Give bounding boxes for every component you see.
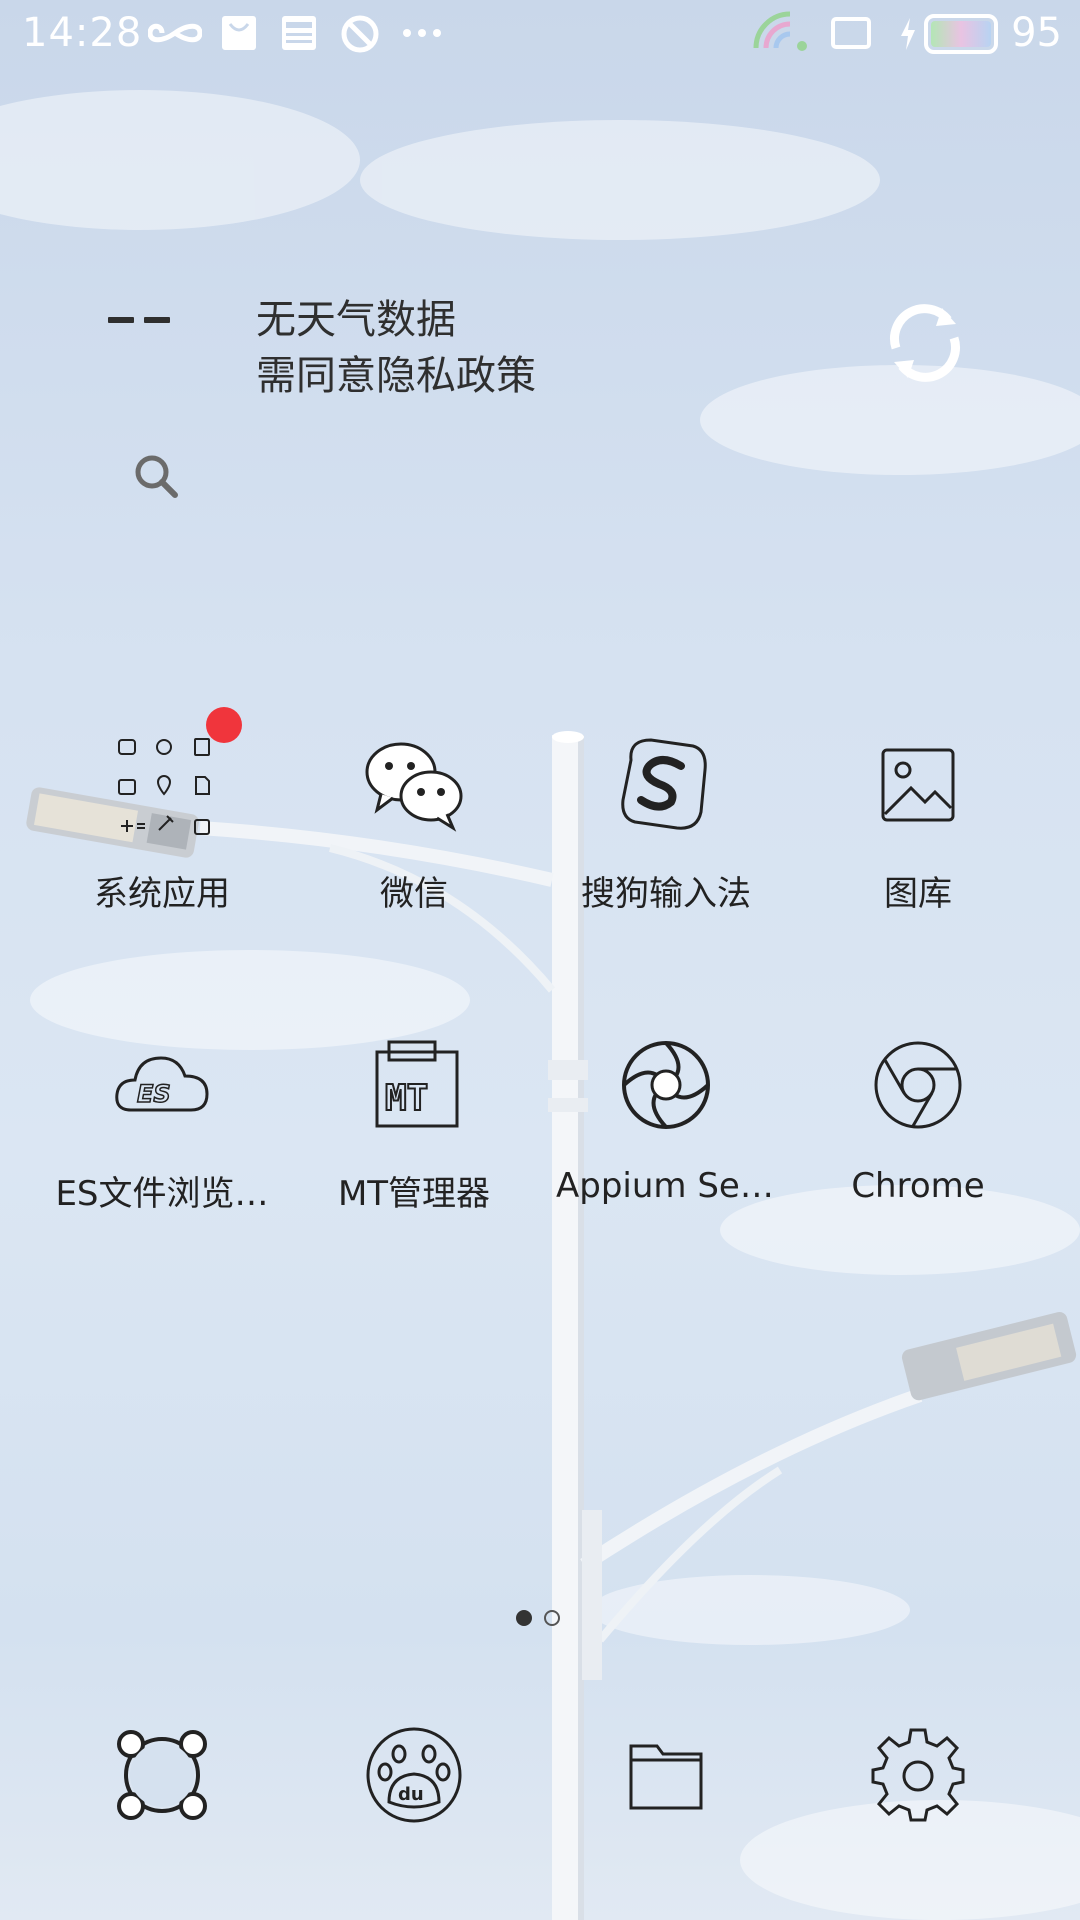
app-label: 搜狗输入法: [581, 874, 751, 914]
phone-icon[interactable]: [107, 1720, 217, 1830]
app-mt-manager[interactable]: MT MT管理器: [304, 1030, 524, 1215]
page-dot-active: [516, 1610, 532, 1626]
news-icon: [282, 16, 316, 50]
app-gallery[interactable]: 图库: [808, 730, 1028, 915]
weather-status-line2: 需同意隐私政策: [256, 353, 536, 399]
page-indicator: [516, 1608, 566, 1628]
weather-temperature: [108, 305, 172, 335]
refresh-icon[interactable]: [882, 300, 968, 386]
tablet-icon: [831, 17, 871, 49]
battery-icon: [924, 14, 998, 54]
search-icon[interactable]: [132, 452, 180, 500]
app-label: MT管理器: [337, 1174, 491, 1214]
app-label: Appium Set…: [556, 1166, 776, 1206]
settings-icon[interactable]: [863, 1720, 973, 1830]
svg-text:du: du: [398, 1784, 424, 1805]
weather-widget[interactable]: 无天气数据 需同意隐私政策: [256, 292, 536, 404]
app-es-file[interactable]: ES ES文件浏览…: [52, 1030, 272, 1215]
es-file-icon: ES: [115, 1056, 209, 1112]
svg-text:ES: ES: [137, 1080, 171, 1108]
chrome-icon: [874, 1041, 962, 1129]
wechat-icon: [365, 742, 463, 832]
mt-manager-icon: MT: [375, 1040, 459, 1128]
gallery-icon: [881, 748, 955, 822]
sogou-icon: [621, 738, 707, 830]
app-wechat[interactable]: 微信: [304, 730, 524, 915]
infinity-icon: [148, 23, 202, 43]
bag-icon: [222, 16, 256, 50]
app-system-apps-folder[interactable]: 系统应用: [52, 730, 272, 915]
weather-status-line1: 无天气数据: [256, 297, 456, 343]
app-sogou[interactable]: 搜狗输入法: [556, 730, 776, 915]
svg-text:MT: MT: [385, 1078, 428, 1119]
appium-icon: [622, 1041, 710, 1129]
app-appium-settings[interactable]: Appium Set…: [556, 1030, 776, 1206]
charging-icon: [901, 18, 915, 50]
battery-level: 95: [1011, 10, 1062, 56]
app-chrome[interactable]: Chrome: [808, 1030, 1028, 1206]
blocked-icon: [341, 15, 379, 53]
app-label: 图库: [884, 874, 952, 914]
app-label: 微信: [380, 874, 448, 914]
status-time: 14:28: [22, 10, 143, 56]
folder-system-apps-icon: [118, 738, 210, 835]
files-icon[interactable]: [611, 1720, 721, 1830]
baidu-icon[interactable]: du: [359, 1720, 469, 1830]
app-label: 系统应用: [94, 874, 230, 914]
app-label: ES文件浏览…: [55, 1174, 269, 1214]
page-dot: [544, 1610, 560, 1626]
wifi-icon: [753, 11, 807, 51]
wallpaper: [0, 90, 1080, 1920]
app-label: Chrome: [851, 1166, 985, 1206]
notification-badge: [206, 707, 242, 743]
status-bar: 14:28 95: [0, 0, 1080, 70]
more-dots-icon: [403, 29, 441, 37]
